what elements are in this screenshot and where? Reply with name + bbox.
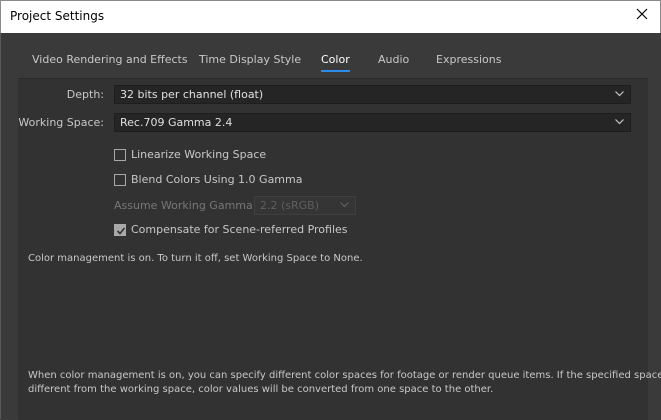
linearize-checkbox[interactable]: [114, 149, 126, 161]
assume-gamma-label: Assume Working Gamma:: [114, 199, 257, 212]
depth-dropdown[interactable]: 32 bits per channel (float): [114, 85, 631, 104]
blend-label: Blend Colors Using 1.0 Gamma: [131, 173, 303, 186]
assume-gamma-value: 2.2 (sRGB): [260, 199, 320, 212]
dialog-body: Video Rendering and Effects Time Display…: [0, 33, 661, 420]
working-space-label: Working Space:: [18, 116, 104, 129]
tab-time-display[interactable]: Time Display Style: [199, 53, 301, 66]
color-panel: Depth: 32 bits per channel (float) Worki…: [18, 78, 661, 420]
depth-value: 32 bits per channel (float): [120, 88, 264, 101]
tab-audio[interactable]: Audio: [378, 53, 409, 66]
tab-video-rendering[interactable]: Video Rendering and Effects: [32, 53, 188, 66]
tab-expressions[interactable]: Expressions: [436, 53, 501, 66]
compensate-label: Compensate for Scene-referred Profiles: [131, 223, 348, 236]
checkmark-icon: [116, 227, 126, 235]
close-icon[interactable]: [634, 6, 650, 22]
depth-label: Depth:: [66, 88, 104, 101]
blend-checkbox[interactable]: [114, 174, 126, 186]
tab-bar: Video Rendering and Effects Time Display…: [18, 48, 648, 73]
working-space-value: Rec.709 Gamma 2.4: [120, 116, 233, 129]
window-title: Project Settings: [10, 9, 105, 23]
footer-note-line2: different from the working space, color …: [28, 384, 494, 395]
tab-color[interactable]: Color: [321, 53, 350, 72]
chevron-down-icon: [615, 119, 624, 125]
status-note: Color management is on. To turn it off, …: [28, 253, 363, 264]
chevron-down-icon: [615, 91, 624, 97]
title-bar: Project Settings: [0, 0, 661, 33]
assume-gamma-dropdown[interactable]: 2.2 (sRGB): [254, 196, 356, 215]
footer-note-line1: When color management is on, you can spe…: [28, 370, 661, 381]
compensate-checkbox[interactable]: [114, 224, 126, 236]
linearize-label: Linearize Working Space: [131, 148, 267, 161]
chevron-down-icon: [340, 202, 349, 208]
working-space-dropdown[interactable]: Rec.709 Gamma 2.4: [114, 113, 631, 132]
